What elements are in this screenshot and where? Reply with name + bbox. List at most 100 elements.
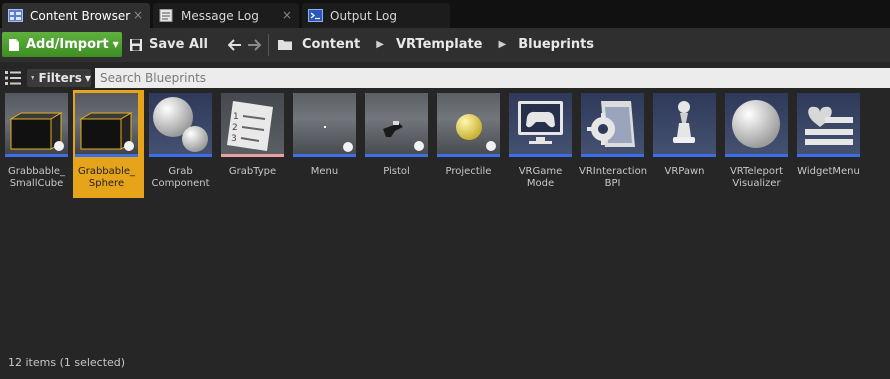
asset-thumbnail	[365, 93, 428, 157]
asset-label: Projectile	[445, 166, 492, 177]
asset-tile-widgetmenu[interactable]: WidgetMenu	[795, 90, 866, 198]
back-button[interactable]	[226, 36, 244, 54]
breadcrumb-content[interactable]: Content	[302, 37, 360, 52]
asset-thumbnail	[149, 93, 212, 157]
asset-thumbnail	[509, 93, 572, 157]
close-icon[interactable]: ×	[133, 9, 143, 21]
asset-tile-pistol[interactable]: Pistol	[363, 90, 434, 198]
asset-tile-projectile[interactable]: Projectile	[435, 90, 506, 198]
asset-type-bar	[293, 154, 356, 157]
view-options-icon[interactable]	[4, 70, 22, 86]
close-icon[interactable]: ×	[282, 9, 292, 21]
tab-content-browser[interactable]: Content Browser ×	[2, 3, 150, 28]
asset-tile-vrinteraction-bpi[interactable]: VRInteraction BPI	[579, 90, 650, 198]
forward-button[interactable]	[245, 36, 263, 54]
tab-strip: Content Browser × Message Log × Output L…	[0, 0, 890, 28]
asset-tile-grabtype[interactable]: 1 2 3 GrabType	[219, 90, 290, 198]
new-asset-icon	[9, 38, 19, 51]
asset-label: Menu	[310, 166, 339, 177]
svg-text:2: 2	[232, 123, 238, 133]
breadcrumb-blueprints[interactable]: Blueprints	[518, 37, 594, 52]
asset-label: WidgetMenu	[797, 166, 860, 177]
asset-type-bar	[5, 154, 68, 157]
widget-icon	[805, 106, 853, 145]
asset-tile-grab-component[interactable]: Grab Component	[147, 90, 218, 198]
asset-type-bar	[509, 154, 572, 157]
arrow-left-icon	[228, 39, 241, 51]
pawn-icon	[673, 101, 695, 143]
add-import-button[interactable]: Add/Import ▼	[2, 32, 122, 57]
asset-type-bar	[797, 154, 860, 157]
svg-text:1: 1	[233, 112, 239, 122]
filter-bar: Filters ▼	[0, 66, 890, 90]
asset-label: VRInteraction BPI	[579, 166, 648, 189]
asset-tile-grabbable-smallcube[interactable]: Grabbable_ SmallCube	[3, 90, 74, 198]
asset-tile-grabbable-sphere[interactable]: Grabbable_ Sphere	[73, 90, 144, 198]
add-import-label: Add/Import	[26, 37, 109, 52]
gamepad-icon	[518, 101, 563, 144]
tab-message-log[interactable]: Message Log ×	[153, 3, 299, 28]
cube-icon	[79, 112, 134, 151]
arrow-right-icon	[248, 39, 261, 51]
asset-type-bar	[581, 154, 644, 157]
tab-output-log[interactable]: Output Log	[302, 3, 450, 28]
asset-label: GrabType	[228, 166, 277, 177]
asset-label: VRPawn	[664, 166, 705, 177]
interface-icon	[587, 101, 635, 147]
folder-icon[interactable]	[277, 38, 293, 51]
search-input[interactable]	[95, 68, 890, 88]
asset-thumbnail	[581, 93, 644, 157]
asset-label: Pistol	[383, 166, 410, 177]
save-icon	[130, 38, 142, 51]
cube-icon	[9, 112, 64, 151]
asset-tile-vrgame-mode[interactable]: VRGame Mode	[507, 90, 578, 198]
asset-thumbnail: 1 2 3	[221, 93, 284, 157]
content-browser-toolbar: Add/Import ▼ Save All Content ▶ VRTempla…	[0, 28, 890, 62]
menu-actor-icon	[324, 126, 353, 152]
asset-type-bar	[437, 154, 500, 157]
asset-tile-vrteleport-visualizer[interactable]: VRTeleport Visualizer	[723, 90, 794, 198]
asset-label: Grab Component	[151, 166, 210, 189]
asset-type-bar	[75, 154, 138, 157]
chevron-down-icon: ▼	[84, 73, 91, 83]
asset-thumbnail	[5, 93, 68, 157]
tab-label: Output Log	[330, 8, 397, 23]
output-log-icon	[308, 9, 323, 22]
chevron-right-icon[interactable]: ▶	[376, 39, 384, 50]
breadcrumb-vrtemplate[interactable]: VRTemplate	[396, 37, 483, 52]
asset-thumbnail	[653, 93, 716, 157]
asset-thumbnail	[437, 93, 500, 157]
asset-thumbnail	[75, 93, 138, 157]
asset-type-bar	[653, 154, 716, 157]
asset-tile-menu[interactable]: Menu	[291, 90, 362, 198]
breadcrumb: Content ▶ VRTemplate ▶ Blueprints	[277, 32, 594, 57]
filters-label: Filters	[38, 71, 82, 85]
asset-type-bar	[725, 154, 788, 157]
asset-thumbnail	[797, 93, 860, 157]
chevron-right-icon[interactable]: ▶	[499, 39, 507, 50]
filter-icon	[31, 76, 35, 80]
filters-dropdown[interactable]: Filters ▼	[27, 69, 91, 87]
tab-label: Content Browser	[30, 8, 131, 23]
content-browser-icon	[8, 9, 23, 22]
sphere-icon	[732, 100, 780, 148]
message-log-icon	[159, 9, 173, 22]
asset-thumbnail	[293, 93, 356, 157]
asset-thumbnail	[725, 93, 788, 157]
asset-label: Grabbable_ SmallCube	[7, 166, 66, 189]
enum-list-icon: 1 2 3	[227, 101, 273, 151]
asset-type-bar	[221, 154, 284, 157]
toolbar-divider	[268, 34, 269, 56]
asset-label: Grabbable_ Sphere	[77, 166, 136, 189]
spheres-icon	[153, 97, 208, 152]
tab-label: Message Log	[181, 8, 259, 23]
asset-type-bar	[149, 154, 212, 157]
asset-type-bar	[365, 154, 428, 157]
asset-tile-vrpawn[interactable]: VRPawn	[651, 90, 722, 198]
pistol-icon	[383, 121, 424, 151]
save-all-button[interactable]: Save All	[129, 32, 208, 57]
yellow-ball-icon	[456, 114, 496, 151]
item-count-status: 12 items (1 selected)	[8, 356, 126, 369]
asset-grid: Grabbable_ SmallCube Grabbable_ Sphere G…	[3, 90, 887, 350]
asset-label: VRGame Mode	[518, 166, 563, 189]
